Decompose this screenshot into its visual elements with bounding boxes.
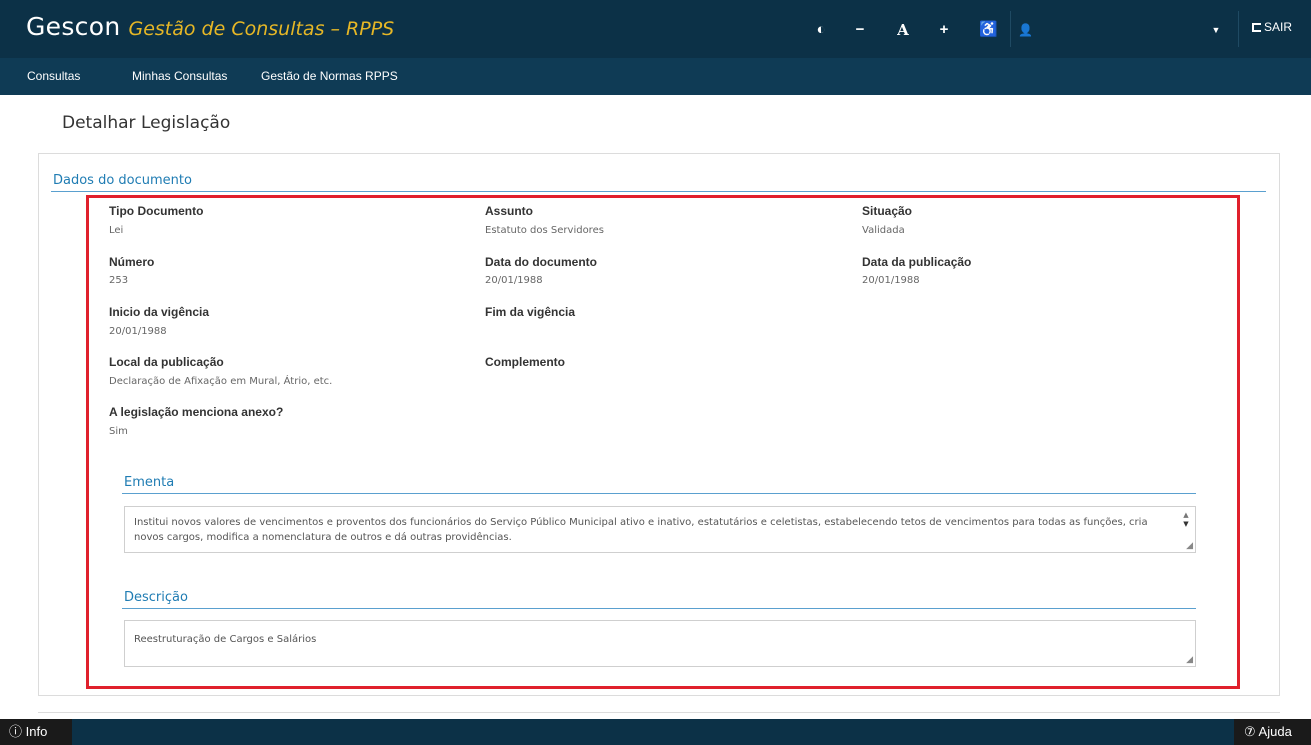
resize-grip-icon[interactable]: ◢ — [1186, 542, 1193, 551]
contrast-icon[interactable]: ◐ — [814, 20, 828, 40]
label-local-publicacao: Local da publicação — [109, 355, 224, 369]
app-brand[interactable]: Gescon Gestão de Consultas – RPPS — [26, 12, 394, 41]
decrease-font-icon[interactable]: − — [852, 20, 868, 40]
label-anexo: A legislação menciona anexo? — [109, 405, 284, 419]
user-menu[interactable]: 👤 ▼ — [1012, 11, 1238, 47]
footer-bar: ⓘ Info ⑦ Ajuda — [0, 719, 1311, 745]
value-numero: 253 — [109, 275, 129, 286]
label-data-publicacao: Data da publicação — [862, 255, 972, 269]
value-local-publicacao: Declaração de Afixação em Mural, Átrio, … — [109, 376, 333, 387]
nav-item-gestao-normas[interactable]: Gestão de Normas RPPS — [261, 69, 398, 83]
value-data-publicacao: 20/01/1988 — [862, 275, 920, 286]
chevron-down-icon: ▼ — [1211, 25, 1221, 35]
scroll-down-icon[interactable]: ▼ — [1181, 520, 1191, 529]
highlight-frame — [86, 195, 1240, 689]
resize-grip-icon[interactable]: ◢ — [1186, 656, 1193, 665]
scroll-up-icon[interactable]: ▲ — [1181, 511, 1191, 520]
section-title-descricao: Descrição — [124, 590, 188, 605]
page-title: Detalhar Legislação — [62, 113, 231, 133]
brand-subtitle: Gestão de Consultas – RPPS — [128, 18, 395, 40]
separator — [1010, 11, 1011, 47]
label-complemento: Complemento — [485, 355, 566, 369]
label-data-documento: Data do documento — [485, 255, 598, 269]
label-numero: Número — [109, 255, 155, 269]
main-nav: Consultas Minhas Consultas Gestão de Nor… — [0, 58, 1311, 95]
label-situacao: Situação — [862, 204, 913, 218]
logout-button[interactable]: SAIR — [1252, 20, 1292, 34]
logout-label: SAIR — [1264, 20, 1293, 34]
value-situacao: Validada — [862, 225, 905, 236]
accessibility-icon[interactable]: ♿ — [979, 20, 998, 40]
ementa-text: Institui novos valores de vencimentos e … — [134, 517, 1148, 543]
descricao-text: Reestruturação de Cargos e Salários — [134, 634, 317, 645]
section-divider — [122, 608, 1196, 609]
scrollbar[interactable]: ▲ ▼ — [1181, 511, 1191, 529]
font-icon[interactable]: A — [896, 20, 910, 40]
app-header: Gescon Gestão de Consultas – RPPS ◐ − A +… — [0, 0, 1311, 58]
user-icon: 👤 — [1018, 23, 1033, 37]
value-assunto: Estatuto dos Servidores — [485, 225, 604, 236]
value-tipo-documento: Lei — [109, 225, 124, 236]
label-inicio-vigencia: Inicio da vigência — [109, 305, 210, 319]
value-inicio-vigencia: 20/01/1988 — [109, 326, 167, 337]
value-anexo: Sim — [109, 426, 128, 437]
help-button[interactable]: ⑦ Ajuda — [1234, 719, 1311, 745]
logout-icon — [1252, 23, 1261, 32]
separator — [1238, 11, 1239, 47]
section-title-dados-documento: Dados do documento — [53, 173, 192, 188]
descricao-textarea[interactable]: Reestruturação de Cargos e Salários ◢ — [124, 620, 1196, 667]
brand-name: Gescon — [26, 12, 121, 41]
ementa-textarea[interactable]: Institui novos valores de vencimentos e … — [124, 506, 1196, 553]
label-fim-vigencia: Fim da vigência — [485, 305, 576, 319]
section-divider — [122, 493, 1196, 494]
nav-item-consultas[interactable]: Consultas — [27, 69, 80, 83]
section-divider — [51, 191, 1266, 192]
value-data-documento: 20/01/1988 — [485, 275, 543, 286]
nav-item-minhas-consultas[interactable]: Minhas Consultas — [132, 69, 227, 83]
label-tipo-documento: Tipo Documento — [109, 204, 204, 218]
info-button[interactable]: ⓘ Info — [0, 719, 72, 745]
section-title-ementa: Ementa — [124, 475, 175, 490]
increase-font-icon[interactable]: + — [937, 20, 951, 40]
label-assunto: Assunto — [485, 204, 533, 218]
